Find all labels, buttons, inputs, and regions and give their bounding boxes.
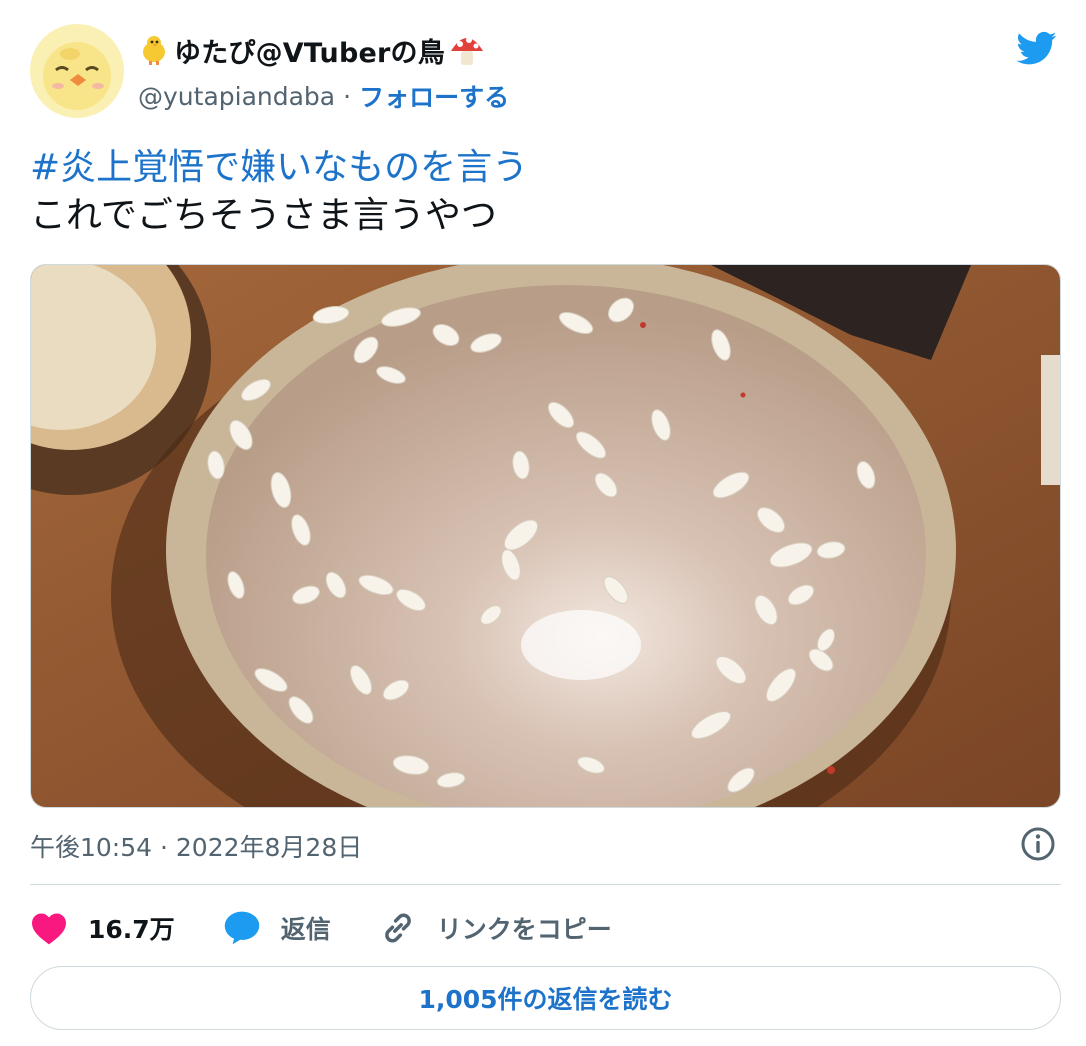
read-replies-button[interactable]: 1,005件の返信を読む [30, 966, 1061, 1030]
chick-emoji-icon [143, 36, 165, 65]
author-name-row[interactable]: ゆたぴ@VTuberの鳥 [138, 30, 485, 70]
tweet-text: #炎上覚悟で嫌いなものを言う これでごちそうさま言うやつ [30, 144, 528, 240]
tweet-photo[interactable] [30, 264, 1061, 808]
info-icon[interactable] [1020, 826, 1056, 862]
heart-icon [32, 913, 66, 945]
tweet-body-text: これでごちそうさま言うやつ [30, 195, 497, 236]
chick-avatar-icon [30, 24, 124, 118]
link-icon [384, 913, 411, 943]
like-button[interactable]: 16.7万 [30, 910, 175, 946]
author-handle[interactable]: @yutapiandaba [138, 82, 335, 111]
rice-bowl-photo [31, 265, 1060, 807]
copy-link-label: リンクをコピー [436, 915, 612, 944]
separator-dot: · [343, 81, 352, 111]
copy-link-button[interactable]: リンクをコピー [379, 909, 612, 947]
tweet-embed-card: ゆたぴ@VTuberの鳥 @yutapiandaba · フォローする #炎上覚… [0, 0, 1086, 1046]
tweet-actions: 16.7万 返信 リンクをコピー [30, 902, 660, 954]
divider [30, 884, 1061, 885]
read-replies-label: 1,005件の返信を読む [418, 985, 673, 1014]
tweet-timestamp[interactable]: 午後10:54 · 2022年8月28日 [30, 826, 362, 866]
reply-label: 返信 [280, 915, 331, 944]
reply-bubble-icon [224, 911, 259, 945]
reply-button[interactable]: 返信 [223, 910, 331, 946]
avatar[interactable] [30, 24, 124, 118]
author-handle-row: @yutapiandaba · フォローする [138, 78, 509, 114]
like-count: 16.7万 [88, 915, 175, 944]
display-name[interactable]: ゆたぴ@VTuberの鳥 [174, 31, 445, 70]
hashtag-link[interactable]: #炎上覚悟で嫌いなものを言う [30, 144, 528, 192]
mushroom-emoji-icon [450, 37, 483, 65]
timestamp-text[interactable]: 午後10:54 · 2022年8月28日 [30, 828, 362, 864]
twitter-bird-icon[interactable] [1014, 28, 1060, 68]
follow-button[interactable]: フォローする [359, 78, 509, 114]
